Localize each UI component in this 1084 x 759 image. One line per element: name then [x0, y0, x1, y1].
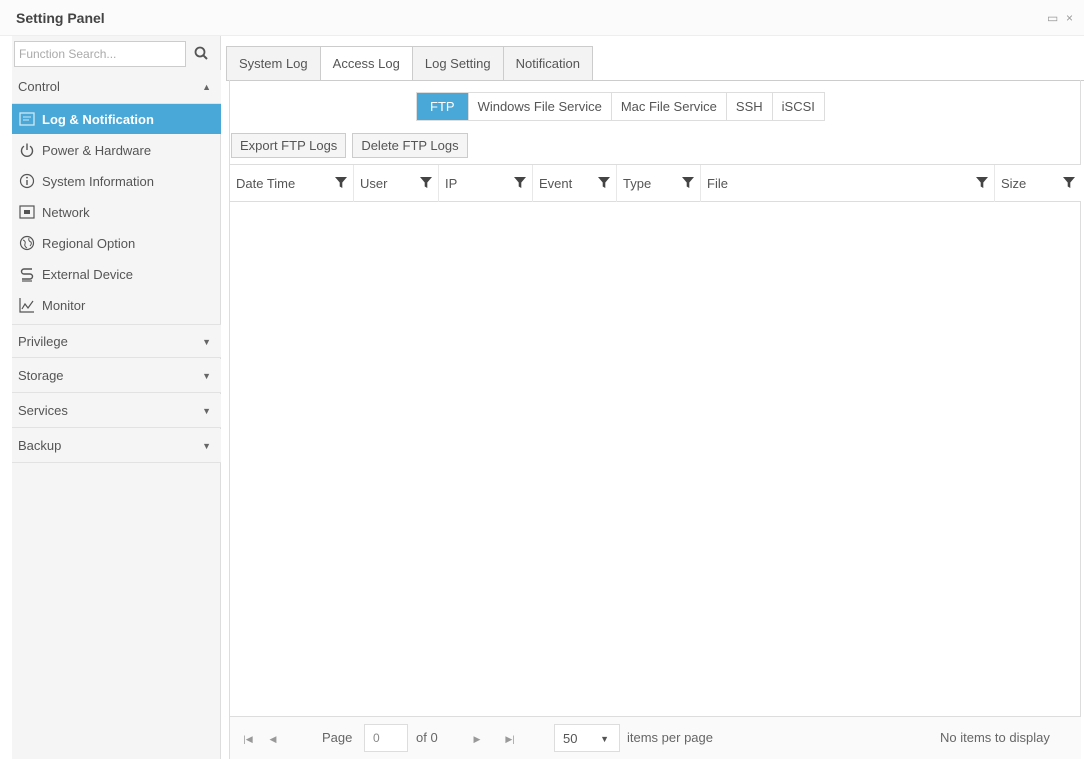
subtab-ftp[interactable]: FTP — [417, 93, 469, 120]
sidebar-item-label: Network — [42, 204, 90, 220]
usb-icon — [18, 265, 36, 283]
column-size[interactable]: Size — [995, 165, 1081, 202]
sidebar-item-label: System Information — [42, 173, 154, 189]
section-backup-label: Backup — [18, 438, 62, 453]
column-label: Date Time — [236, 176, 296, 191]
column-event[interactable]: Event — [533, 165, 617, 202]
tab-access-log[interactable]: Access Log — [319, 46, 413, 81]
sidebar-item-label: Log & Notification — [42, 111, 154, 127]
sidebar-item-network[interactable]: Network — [12, 197, 221, 227]
filter-icon[interactable] — [335, 176, 347, 189]
sidebar: Control ▲ Log & Notification Power & Har… — [12, 36, 221, 759]
sidebar-item-power-hardware[interactable]: Power & Hardware — [12, 135, 221, 165]
column-ip[interactable]: IP — [439, 165, 533, 202]
caret-down-icon: ▼ — [202, 406, 211, 416]
filter-icon[interactable] — [598, 176, 610, 189]
service-switcher: FTP Windows File Service Mac File Servic… — [416, 92, 825, 121]
sidebar-item-monitor[interactable]: Monitor — [12, 290, 221, 320]
window-titlebar: Setting Panel ▭ × — [0, 0, 1084, 36]
filter-icon[interactable] — [1063, 176, 1075, 189]
restore-icon[interactable]: ▭ — [1047, 11, 1058, 25]
sidebar-item-label: Regional Option — [42, 235, 136, 251]
globe-icon — [18, 234, 36, 252]
chart-icon — [18, 296, 36, 314]
section-privilege-label: Privilege — [18, 334, 68, 349]
column-label: User — [360, 176, 388, 191]
column-label: Size — [1001, 176, 1027, 191]
filter-icon[interactable] — [682, 176, 694, 189]
info-icon — [18, 172, 36, 190]
column-label: Type — [623, 176, 652, 191]
window-title: Setting Panel — [16, 10, 105, 26]
section-control-label: Control — [18, 79, 60, 94]
caret-down-icon: ▼ — [600, 734, 609, 744]
sidebar-item-regional-option[interactable]: Regional Option — [12, 228, 221, 258]
page-count: of 0 — [416, 730, 438, 745]
sidebar-item-log-notification[interactable]: Log & Notification — [12, 104, 221, 134]
caret-down-icon: ▼ — [202, 337, 211, 347]
grid-pager: |◀ ◀ Page of 0 ▶ ▶| 50 ▼ items per page … — [230, 716, 1081, 759]
section-backup[interactable]: Backup ▼ — [12, 429, 221, 463]
items-per-page-label: items per page — [627, 730, 713, 745]
sidebar-item-external-device[interactable]: External Device — [12, 259, 221, 289]
log-actions: Export FTP Logs Delete FTP Logs — [231, 133, 468, 158]
section-control[interactable]: Control ▲ — [12, 70, 221, 104]
section-services[interactable]: Services ▼ — [12, 394, 221, 428]
power-icon — [18, 141, 36, 159]
last-page-icon[interactable]: ▶| — [500, 729, 520, 749]
tab-system-log[interactable]: System Log — [226, 46, 321, 80]
subtab-windows-file-service[interactable]: Windows File Service — [469, 93, 612, 120]
column-label: File — [707, 176, 728, 191]
first-page-icon[interactable]: |◀ — [238, 729, 258, 749]
sidebar-item-system-information[interactable]: System Information — [12, 166, 221, 196]
subtab-ssh[interactable]: SSH — [727, 93, 773, 120]
filter-icon[interactable] — [420, 176, 432, 189]
caret-up-icon: ▲ — [202, 82, 211, 92]
sidebar-item-label: Monitor — [42, 297, 86, 313]
column-label: Event — [539, 176, 573, 191]
filter-icon[interactable] — [514, 176, 526, 189]
tab-bar: System Log Access Log Log Setting Notifi… — [226, 46, 593, 81]
delete-ftp-logs-button[interactable]: Delete FTP Logs — [352, 133, 468, 158]
close-icon[interactable]: × — [1066, 11, 1073, 25]
column-file[interactable]: File — [701, 165, 995, 202]
tab-notification[interactable]: Notification — [502, 46, 593, 80]
export-ftp-logs-button[interactable]: Export FTP Logs — [231, 133, 347, 158]
sidebar-item-label: Power & Hardware — [42, 142, 152, 158]
section-privilege[interactable]: Privilege ▼ — [12, 324, 221, 358]
subtab-mac-file-service[interactable]: Mac File Service — [612, 93, 727, 120]
filter-icon[interactable] — [976, 176, 988, 189]
pager-status: No items to display — [940, 730, 1050, 745]
log-grid-header: Date Time User IP Event Type File Size — [230, 164, 1081, 202]
page-size-value: 50 — [563, 731, 578, 746]
caret-down-icon: ▼ — [202, 371, 211, 381]
sidebar-item-label: External Device — [42, 266, 134, 282]
search-icon[interactable] — [192, 44, 212, 64]
caret-down-icon: ▼ — [202, 441, 211, 451]
page-size-select[interactable]: 50 ▼ — [554, 724, 620, 752]
section-storage[interactable]: Storage ▼ — [12, 359, 221, 393]
function-search-input[interactable] — [14, 41, 186, 67]
network-icon — [18, 203, 36, 221]
tab-log-setting[interactable]: Log Setting — [411, 46, 504, 80]
section-services-label: Services — [18, 403, 68, 418]
column-user[interactable]: User — [354, 165, 439, 202]
page-number-input[interactable] — [364, 724, 408, 752]
column-type[interactable]: Type — [617, 165, 701, 202]
main-panel: System Log Access Log Log Setting Notifi… — [226, 36, 1084, 759]
function-search — [14, 41, 221, 67]
column-label: IP — [445, 176, 458, 191]
column-date-time[interactable]: Date Time — [230, 165, 354, 202]
section-storage-label: Storage — [18, 368, 64, 383]
page-label: Page — [322, 730, 353, 745]
previous-page-icon[interactable]: ◀ — [263, 729, 283, 749]
log-icon — [18, 110, 36, 128]
next-page-icon[interactable]: ▶ — [467, 729, 487, 749]
subtab-iscsi[interactable]: iSCSI — [773, 93, 824, 120]
